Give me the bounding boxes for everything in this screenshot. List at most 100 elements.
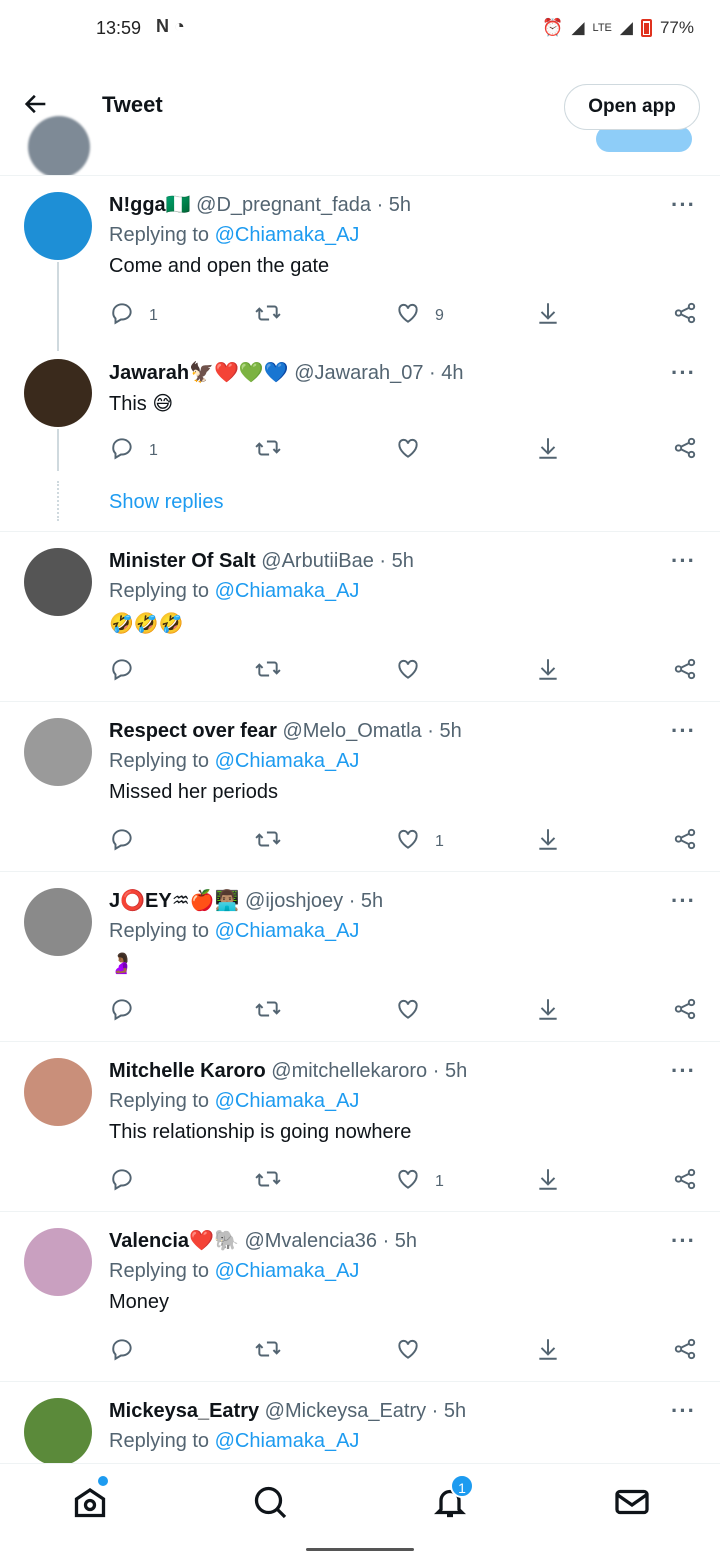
more-icon[interactable]: ···	[671, 1058, 696, 1084]
avatar[interactable]	[24, 1058, 92, 1126]
retweet-button[interactable]	[255, 996, 295, 1027]
tweet-7[interactable]: Valencia❤️🐘 @Mvalencia36 · 5h ··· Replyi…	[0, 1212, 720, 1382]
mail-icon[interactable]	[614, 1484, 650, 1520]
name-emoji: 🍎👨🏽‍💻	[189, 888, 240, 912]
share-button[interactable]	[672, 996, 698, 1027]
like-count: 1	[435, 832, 444, 850]
tweet-5[interactable]: J⭕EY♒🍎👨🏽‍💻 @ijoshjoey · 5h ··· Replying …	[0, 872, 720, 1042]
top-app-bar: Tweet Open app	[0, 60, 720, 176]
like-button[interactable]: 1	[395, 1166, 444, 1197]
retweet-icon	[255, 300, 281, 331]
share-button[interactable]	[672, 1166, 698, 1197]
download-button[interactable]	[535, 996, 561, 1027]
reply-button[interactable]: 1	[109, 435, 158, 466]
mention-link[interactable]: @Chiamaka_AJ	[215, 920, 360, 942]
tweet-4[interactable]: Respect over fear @Melo_Omatla · 5h ··· …	[0, 702, 720, 872]
mention-link[interactable]: @Chiamaka_AJ	[215, 580, 360, 602]
reply-button[interactable]	[109, 656, 149, 687]
like-button[interactable]	[395, 996, 435, 1027]
handle-time: @D_pregnant_fada · 5h	[196, 194, 412, 216]
display-name[interactable]: Mickeysa_Eatry	[109, 1400, 259, 1422]
show-replies-link[interactable]: Show replies	[109, 491, 224, 514]
replying-to: Replying to @Chiamaka_AJ	[109, 1090, 359, 1113]
display-name[interactable]: N!gga	[109, 194, 166, 216]
like-button[interactable]	[395, 656, 435, 687]
reply-count: 1	[149, 441, 158, 459]
notifications-badge: 1	[450, 1474, 474, 1498]
replying-to: Replying to @Chiamaka_AJ	[109, 224, 359, 247]
tweet-header: Mitchelle Karoro @mitchellekaroro · 5h	[109, 1058, 467, 1083]
retweet-button[interactable]	[255, 1166, 295, 1197]
share-button[interactable]	[672, 826, 698, 857]
download-button[interactable]	[535, 826, 561, 857]
display-name[interactable]: Valencia	[109, 1230, 189, 1252]
avatar[interactable]	[24, 1228, 92, 1296]
open-app-button[interactable]: Open app	[564, 84, 700, 130]
tweet-3[interactable]: Minister Of Salt @ArbutiiBae · 5h ··· Re…	[0, 532, 720, 702]
reply-button[interactable]: 1	[109, 300, 158, 331]
share-button[interactable]	[672, 656, 698, 687]
mention-link[interactable]: @Chiamaka_AJ	[215, 224, 360, 246]
like-button[interactable]	[395, 435, 435, 466]
more-icon[interactable]: ···	[671, 718, 696, 744]
mention-link[interactable]: @Chiamaka_AJ	[215, 1090, 360, 1112]
avatar[interactable]	[24, 1398, 92, 1466]
network-type: LTE	[592, 22, 612, 34]
download-button[interactable]	[535, 1336, 561, 1367]
retweet-icon	[255, 1166, 281, 1197]
avatar[interactable]	[24, 192, 92, 260]
back-arrow-icon[interactable]	[22, 90, 50, 124]
home-icon[interactable]	[72, 1484, 108, 1520]
tweet-2[interactable]: Jawarah🦅❤️💚💙 @Jawarah_07 · 4h ··· This 😅 …	[0, 351, 720, 532]
display-name[interactable]: Respect over fear	[109, 720, 277, 742]
display-name[interactable]: Minister Of Salt	[109, 550, 256, 572]
avatar[interactable]	[24, 718, 92, 786]
avatar[interactable]	[24, 888, 92, 956]
more-icon[interactable]: ···	[671, 1228, 696, 1254]
share-button[interactable]	[672, 435, 698, 466]
avatar[interactable]	[24, 359, 92, 427]
like-icon	[395, 300, 421, 331]
retweet-button[interactable]	[255, 826, 295, 857]
reply-button[interactable]	[109, 826, 149, 857]
more-icon[interactable]: ···	[671, 888, 696, 914]
reply-button[interactable]	[109, 1166, 149, 1197]
gesture-bar[interactable]	[306, 1548, 414, 1551]
tweet-1[interactable]: N!gga🇳🇬 @D_pregnant_fada · 5h ··· Replyi…	[0, 176, 720, 351]
share-button[interactable]	[672, 1336, 698, 1367]
replying-label: Replying to	[109, 224, 210, 246]
tweet-6[interactable]: Mitchelle Karoro @mitchellekaroro · 5h ·…	[0, 1042, 720, 1212]
reply-button[interactable]	[109, 1336, 149, 1367]
reply-icon	[109, 826, 135, 857]
display-name[interactable]: Mitchelle Karoro	[109, 1060, 266, 1082]
more-icon[interactable]: ···	[671, 1398, 696, 1424]
download-button[interactable]	[535, 656, 561, 687]
more-icon[interactable]: ···	[671, 192, 696, 218]
download-button[interactable]	[535, 1166, 561, 1197]
retweet-button[interactable]	[255, 656, 295, 687]
avatar[interactable]	[24, 548, 92, 616]
retweet-icon	[255, 996, 281, 1027]
mention-link[interactable]: @Chiamaka_AJ	[215, 1260, 360, 1282]
download-icon	[535, 1166, 561, 1197]
mention-link[interactable]: @Chiamaka_AJ	[215, 1430, 360, 1452]
like-button[interactable]: 9	[395, 300, 444, 331]
reply-button[interactable]	[109, 996, 149, 1027]
download-button[interactable]	[535, 300, 561, 331]
like-button[interactable]	[395, 1336, 435, 1367]
share-button[interactable]	[672, 300, 698, 331]
display-name[interactable]: J⭕EY♒	[109, 890, 190, 912]
more-icon[interactable]: ···	[671, 548, 696, 574]
retweet-button[interactable]	[255, 435, 295, 466]
mention-link[interactable]: @Chiamaka_AJ	[215, 750, 360, 772]
like-button[interactable]: 1	[395, 826, 444, 857]
retweet-button[interactable]	[255, 300, 295, 331]
share-icon	[672, 656, 698, 687]
more-icon[interactable]: ···	[671, 360, 696, 386]
download-button[interactable]	[535, 435, 561, 466]
search-icon[interactable]	[252, 1484, 288, 1520]
replying-to: Replying to @Chiamaka_AJ	[109, 920, 359, 943]
reply-icon	[109, 435, 135, 466]
retweet-button[interactable]	[255, 1336, 295, 1367]
display-name[interactable]: Jawarah	[109, 362, 189, 384]
